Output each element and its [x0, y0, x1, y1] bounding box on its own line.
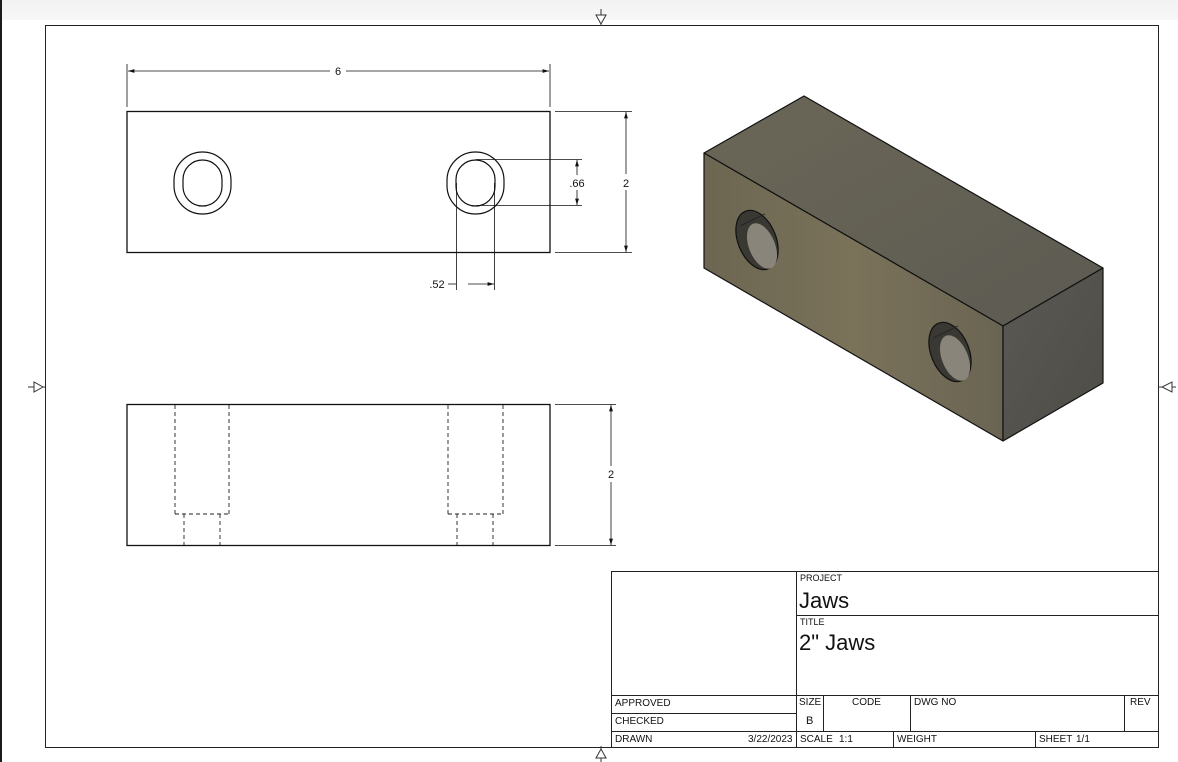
title-label: TITLE [800, 617, 825, 627]
centering-mark-right [1158, 381, 1176, 393]
slot-right [446, 151, 505, 215]
dim-overall-length-label: 6 [335, 66, 341, 78]
centering-mark-bottom [595, 746, 607, 762]
rev-label: REV [1130, 697, 1151, 708]
dim-height-side [555, 404, 616, 546]
size-value: B [806, 715, 814, 727]
project-value: Jaws [799, 588, 850, 613]
dwg-no-label: DWG NO [914, 697, 957, 708]
top-view: 6 2 .66 .52 [126, 64, 632, 291]
dim-slot-height-label: .66 [569, 178, 584, 190]
weight-label: WEIGHT [897, 734, 937, 745]
sheet-label: SHEET [1039, 734, 1073, 745]
dim-slot-width [448, 183, 495, 290]
drawing-sheet: 6 2 .66 .52 2 [28, 9, 1176, 762]
sheet-value: 1/1 [1076, 734, 1090, 745]
dim-slot-width-label: .52 [429, 279, 444, 291]
drawn-date: 3/22/2023 [748, 734, 793, 745]
checked-label: CHECKED [615, 716, 664, 727]
title-block [611, 571, 1159, 748]
dim-slot-height [476, 159, 582, 206]
hidden-lines [174, 405, 504, 545]
centering-mark-top [595, 9, 607, 26]
drawn-label: DRAWN [615, 734, 653, 745]
project-label: PROJECT [800, 573, 843, 583]
code-label: CODE [852, 697, 881, 708]
title-value: 2" Jaws [799, 630, 876, 655]
isometric-view [703, 95, 1104, 442]
scale-label: SCALE [800, 734, 833, 745]
dim-height-front-label: 2 [623, 178, 629, 190]
dim-height-side-label: 2 [608, 469, 614, 481]
approved-label: APPROVED [615, 698, 671, 709]
dim-height-front [555, 111, 632, 253]
centering-mark-left [28, 381, 45, 393]
scale-value: 1:1 [839, 734, 853, 745]
size-label: SIZE [799, 697, 822, 708]
slot-left [173, 151, 232, 215]
side-view: 2 [126, 403, 616, 547]
